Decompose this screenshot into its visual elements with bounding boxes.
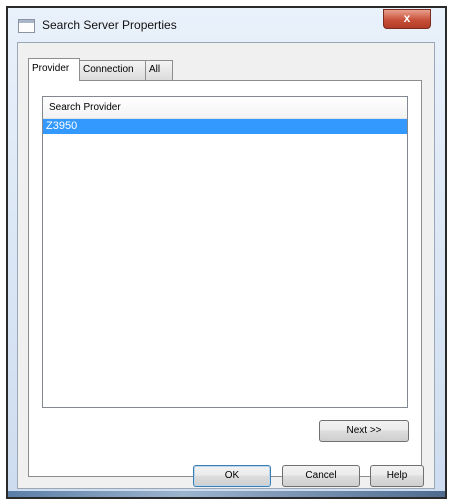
dialog-window: Search Server Properties x Provider Conn… (6, 6, 447, 499)
list-item[interactable]: Z3950 (43, 119, 407, 134)
help-button[interactable]: Help (370, 465, 424, 487)
window-app-icon (18, 19, 35, 33)
tab-provider[interactable]: Provider (28, 58, 80, 81)
cancel-button[interactable]: Cancel (282, 465, 360, 487)
search-provider-list[interactable]: Search Provider Z3950 (42, 96, 408, 408)
close-button[interactable]: x (383, 9, 431, 29)
search-provider-column-header[interactable]: Search Provider (43, 97, 407, 119)
provider-tab-panel: Search Provider Z3950 Next >> (28, 80, 422, 477)
tab-all[interactable]: All (145, 60, 173, 80)
window-bottom-edge (8, 491, 445, 497)
title-bar[interactable]: Search Server Properties x (8, 8, 445, 42)
ok-button[interactable]: OK (193, 465, 271, 487)
dialog-body: Provider Connection All Search Provider … (17, 42, 435, 489)
window-title: Search Server Properties (42, 18, 177, 32)
next-button[interactable]: Next >> (319, 420, 409, 442)
tab-connection[interactable]: Connection (79, 60, 146, 80)
